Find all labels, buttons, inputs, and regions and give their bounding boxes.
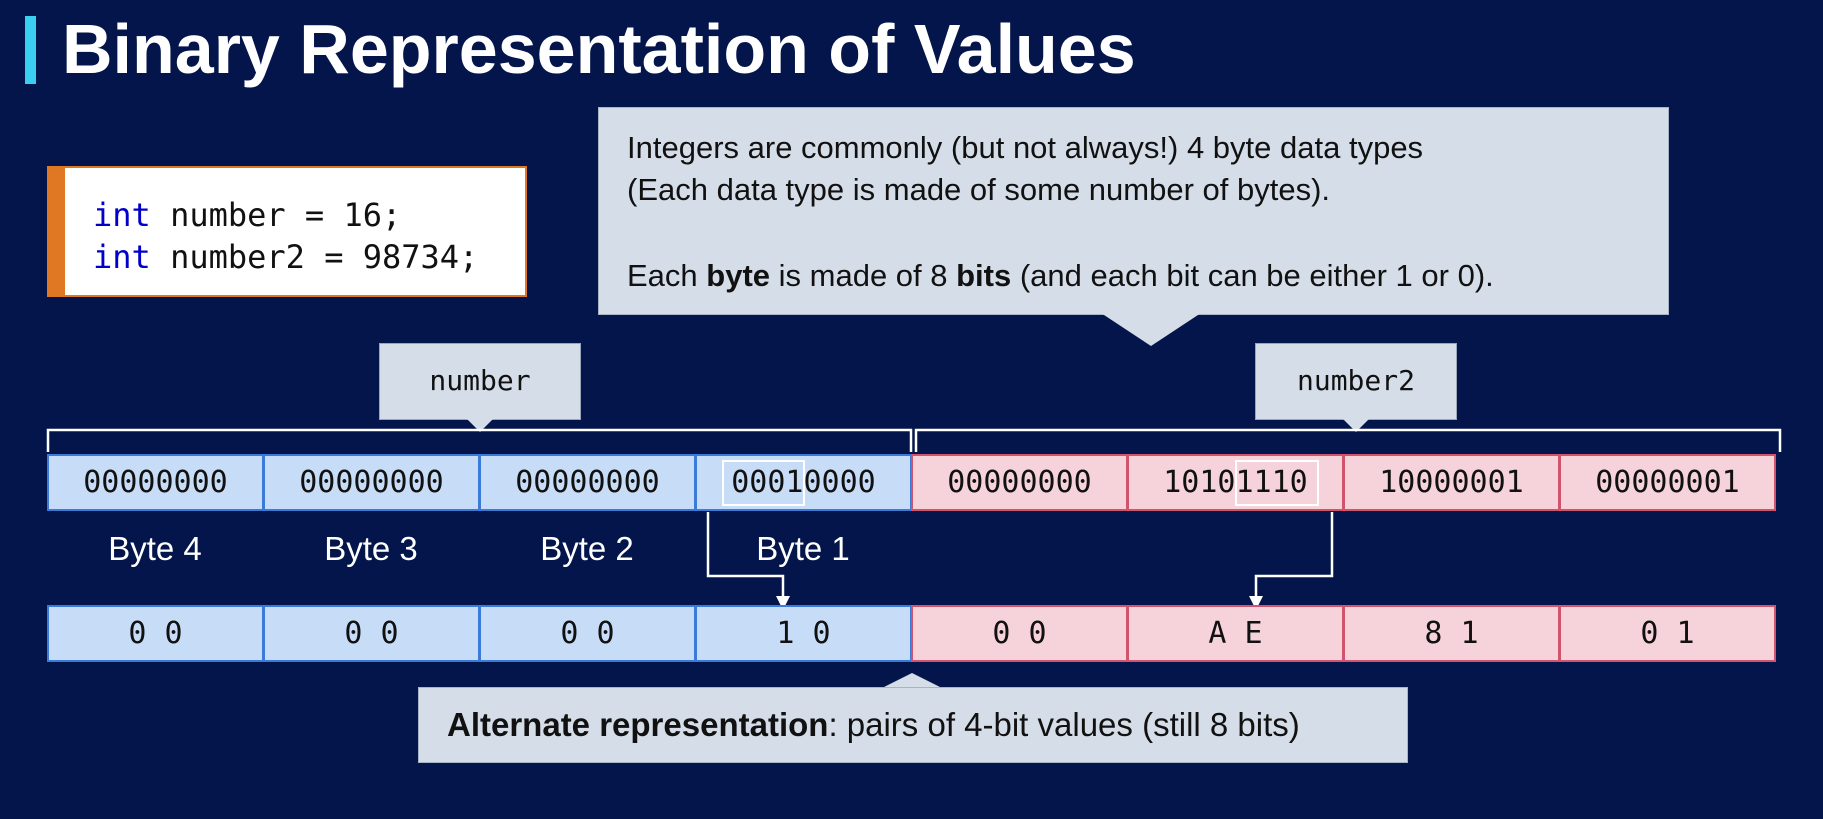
byte-cell-number-3: 00000000 xyxy=(263,454,480,511)
brace-number2 xyxy=(914,428,1782,452)
hex-cell-number-3: 0 0 xyxy=(263,605,480,662)
arrow-ae-to-hex xyxy=(1254,512,1334,603)
byte-cell-number-4: 00000000 xyxy=(47,454,264,511)
hex-cell-number-4: 0 0 xyxy=(47,605,264,662)
alt-representation-note: Alternate representation: pairs of 4-bit… xyxy=(418,687,1408,763)
byte-label-1: Byte 1 xyxy=(756,530,850,567)
alt-note-text: : pairs of 4-bit values (still 8 bits) xyxy=(828,706,1300,743)
nibble-highlight-number xyxy=(722,460,805,506)
byte-label-4: Byte 4 xyxy=(108,530,202,567)
byte-cell-number2-2: 10000001 xyxy=(1343,454,1560,511)
nibble-highlight-number2 xyxy=(1235,460,1319,506)
alt-note-pointer xyxy=(882,673,942,688)
byte-cell-number2-4: 00000000 xyxy=(911,454,1128,511)
byte-cell-number-2: 00000000 xyxy=(479,454,696,511)
byte-label-3: Byte 3 xyxy=(324,530,418,567)
hex-cell-number2-2: 8 1 xyxy=(1343,605,1560,662)
byte-cell-number2-1: 00000001 xyxy=(1559,454,1776,511)
hex-cell-number2-3: A E xyxy=(1127,605,1344,662)
alt-note-bold: Alternate representation xyxy=(447,706,829,743)
hex-cell-number-1: 1 0 xyxy=(695,605,912,662)
hex-cell-number-2: 0 0 xyxy=(479,605,696,662)
byte-label-2: Byte 2 xyxy=(540,530,634,567)
hex-cell-number2-4: 0 0 xyxy=(911,605,1128,662)
brace-number xyxy=(46,428,913,452)
hex-cell-number2-1: 0 1 xyxy=(1559,605,1776,662)
